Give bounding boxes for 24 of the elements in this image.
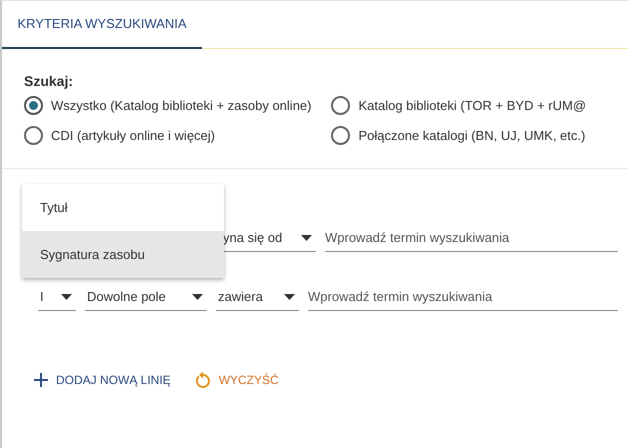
radio-label: Katalog biblioteki (TOR + BYD + rUM@ — [358, 97, 586, 115]
radio-label: Połączone katalogi (BN, UJ, UMK, etc.) — [358, 126, 586, 145]
radio-button[interactable] — [331, 96, 350, 116]
select-field[interactable]: I — [38, 283, 76, 311]
scope-label: Szukaj: — [24, 72, 74, 91]
caret-icon — [301, 234, 312, 240]
menu-item[interactable]: Sygnatura zasobu — [22, 231, 224, 278]
search-input[interactable]: Wprowadź termin wyszukiwania — [325, 224, 618, 252]
plus-icon — [34, 373, 48, 387]
reset-icon — [194, 371, 211, 389]
radio-label: CDI (artykuły online i więcej) — [51, 126, 215, 145]
add-line-button[interactable]: DODAJ NOWĄ LINIĘ — [34, 371, 171, 389]
radio-button[interactable] — [331, 126, 350, 145]
search-input[interactable]: Wprowadź termin wyszukiwania — [308, 283, 618, 311]
caret-icon — [61, 294, 72, 300]
radio-button[interactable] — [24, 126, 43, 145]
tab[interactable]: KRYTERIA WYSZUKIWANIA — [2, 1, 202, 49]
radio-button[interactable] — [24, 96, 43, 116]
radio-label: Wszystko (Katalog biblioteki + zasoby online) — [51, 97, 312, 115]
select-field[interactable]: zawiera — [216, 283, 299, 311]
select-field[interactable]: Dowolne pole — [85, 283, 207, 311]
caret-icon — [284, 294, 295, 300]
menu-item[interactable]: Tytuł — [22, 184, 224, 231]
caret-icon — [192, 294, 203, 300]
